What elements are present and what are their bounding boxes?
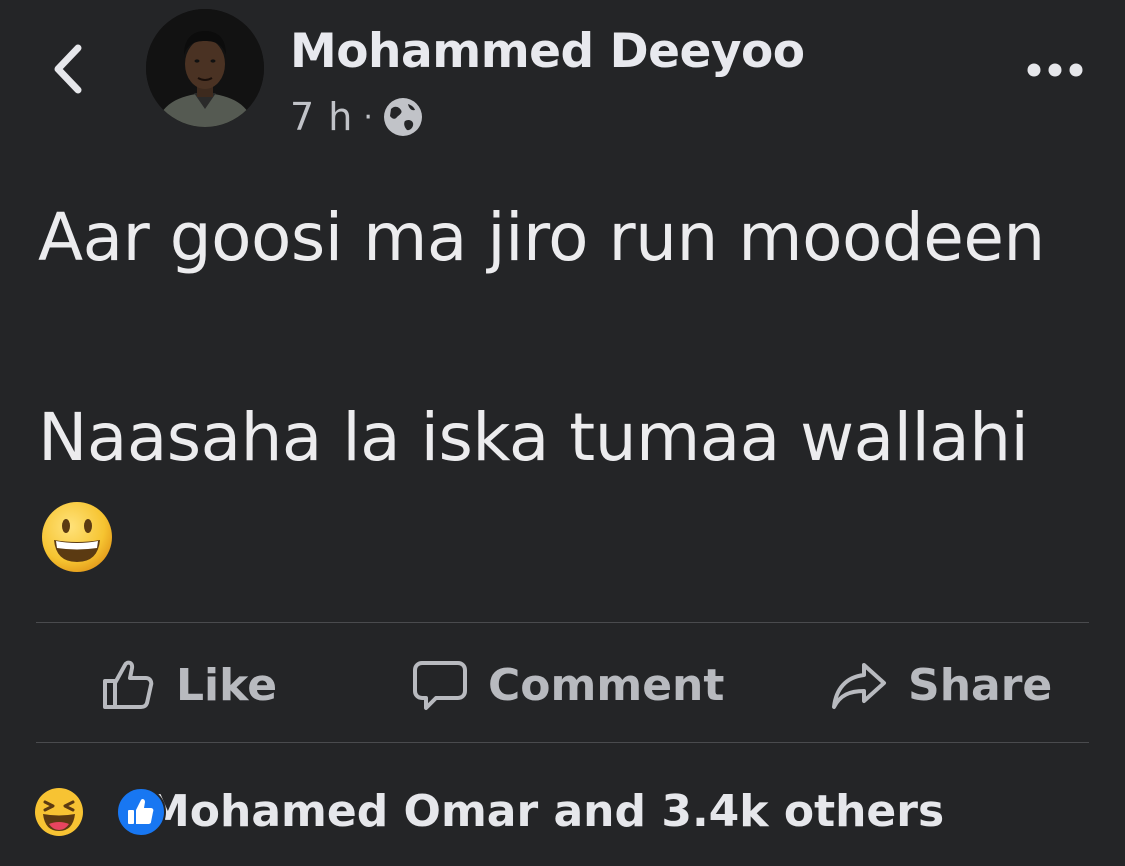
meta-separator: · [363,99,373,135]
laughing-reaction-icon [35,788,83,836]
more-options-button[interactable] [1024,52,1086,88]
speech-bubble-icon [413,661,467,710]
post-text-line: Naasaha la iska tumaa wallahi [38,399,1029,476]
divider [36,742,1089,743]
ellipsis-icon [1027,63,1083,77]
author-name[interactable]: Mohammed Deeyoo [290,24,805,79]
post-text-line: Aar goosi ma jiro run moodeen [38,199,1045,276]
share-button[interactable]: Share [830,645,1052,725]
thumbs-up-icon [103,660,154,709]
post-meta: 7 h · [290,92,425,142]
like-reaction-icon [116,787,166,837]
post-timestamp[interactable]: 7 h [290,95,353,139]
globe-icon [381,95,425,139]
comment-label: Comment [488,659,725,711]
divider [36,622,1089,623]
share-arrow-icon [832,663,886,709]
avatar[interactable] [146,9,264,127]
comment-button[interactable]: Comment [412,645,724,725]
reactions-summary-text: Mohamed Omar and 3.4k others [146,785,945,837]
share-label: Share [908,659,1053,711]
post-detail-screen: Mohammed Deeyoo 7 h · Aar goosi ma jiro … [0,0,1125,866]
like-button[interactable]: Like [100,645,277,725]
chevron-left-icon [54,44,82,94]
reaction-icons [34,785,166,837]
like-label: Like [176,659,278,711]
grinning-face-emoji [40,500,114,574]
back-button[interactable] [44,38,96,100]
reactions-summary[interactable]: Mohamed Omar and 3.4k others [34,780,944,842]
profile-photo [146,9,264,127]
